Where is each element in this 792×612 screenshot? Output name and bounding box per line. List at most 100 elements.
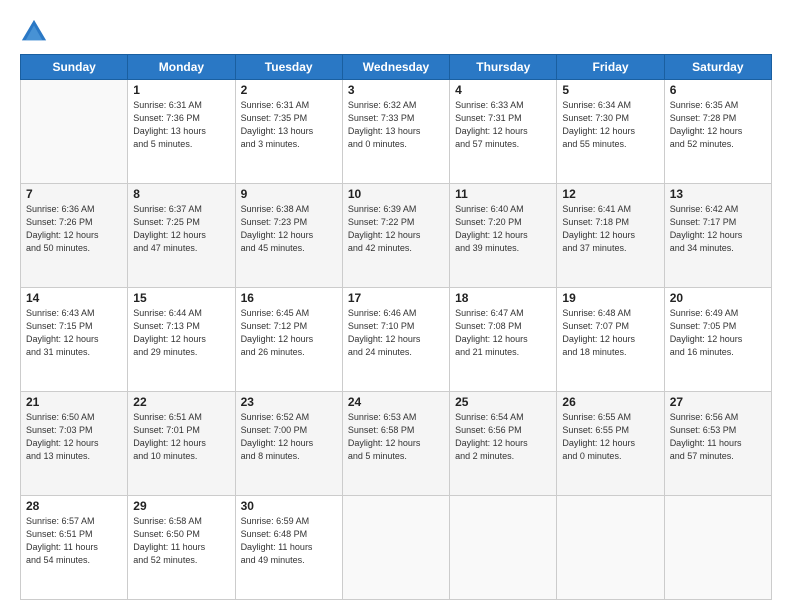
calendar-cell: 1 Sunrise: 6:31 AM Sunset: 7:36 PM Daylig… [128, 80, 235, 184]
day-info: Sunrise: 6:38 AM Sunset: 7:23 PM Dayligh… [241, 203, 337, 255]
calendar-cell: 23 Sunrise: 6:52 AM Sunset: 7:00 PM Dayli… [235, 392, 342, 496]
calendar-header-row: SundayMondayTuesdayWednesdayThursdayFrid… [21, 55, 772, 80]
calendar-cell: 28 Sunrise: 6:57 AM Sunset: 6:51 PM Dayli… [21, 496, 128, 600]
calendar-cell: 21 Sunrise: 6:50 AM Sunset: 7:03 PM Dayli… [21, 392, 128, 496]
day-info: Sunrise: 6:57 AM Sunset: 6:51 PM Dayligh… [26, 515, 122, 567]
weekday-header-saturday: Saturday [664, 55, 771, 80]
day-info: Sunrise: 6:34 AM Sunset: 7:30 PM Dayligh… [562, 99, 658, 151]
calendar-week-3: 14 Sunrise: 6:43 AM Sunset: 7:15 PM Dayli… [21, 288, 772, 392]
day-number: 15 [133, 291, 229, 305]
day-number: 10 [348, 187, 444, 201]
day-info: Sunrise: 6:56 AM Sunset: 6:53 PM Dayligh… [670, 411, 766, 463]
calendar-cell: 9 Sunrise: 6:38 AM Sunset: 7:23 PM Daylig… [235, 184, 342, 288]
day-number: 7 [26, 187, 122, 201]
day-info: Sunrise: 6:43 AM Sunset: 7:15 PM Dayligh… [26, 307, 122, 359]
day-info: Sunrise: 6:42 AM Sunset: 7:17 PM Dayligh… [670, 203, 766, 255]
calendar-cell: 29 Sunrise: 6:58 AM Sunset: 6:50 PM Dayli… [128, 496, 235, 600]
day-number: 28 [26, 499, 122, 513]
calendar-cell: 20 Sunrise: 6:49 AM Sunset: 7:05 PM Dayli… [664, 288, 771, 392]
weekday-header-thursday: Thursday [450, 55, 557, 80]
calendar-cell: 3 Sunrise: 6:32 AM Sunset: 7:33 PM Daylig… [342, 80, 449, 184]
calendar-cell: 22 Sunrise: 6:51 AM Sunset: 7:01 PM Dayli… [128, 392, 235, 496]
calendar-cell: 18 Sunrise: 6:47 AM Sunset: 7:08 PM Dayli… [450, 288, 557, 392]
day-info: Sunrise: 6:31 AM Sunset: 7:36 PM Dayligh… [133, 99, 229, 151]
day-number: 17 [348, 291, 444, 305]
calendar-cell: 26 Sunrise: 6:55 AM Sunset: 6:55 PM Dayli… [557, 392, 664, 496]
day-number: 25 [455, 395, 551, 409]
day-number: 3 [348, 83, 444, 97]
day-number: 1 [133, 83, 229, 97]
day-info: Sunrise: 6:40 AM Sunset: 7:20 PM Dayligh… [455, 203, 551, 255]
day-info: Sunrise: 6:59 AM Sunset: 6:48 PM Dayligh… [241, 515, 337, 567]
day-info: Sunrise: 6:44 AM Sunset: 7:13 PM Dayligh… [133, 307, 229, 359]
day-number: 20 [670, 291, 766, 305]
day-number: 8 [133, 187, 229, 201]
weekday-header-tuesday: Tuesday [235, 55, 342, 80]
calendar-week-1: 1 Sunrise: 6:31 AM Sunset: 7:36 PM Daylig… [21, 80, 772, 184]
calendar-cell: 25 Sunrise: 6:54 AM Sunset: 6:56 PM Dayli… [450, 392, 557, 496]
weekday-header-monday: Monday [128, 55, 235, 80]
calendar-cell: 10 Sunrise: 6:39 AM Sunset: 7:22 PM Dayli… [342, 184, 449, 288]
calendar-cell: 6 Sunrise: 6:35 AM Sunset: 7:28 PM Daylig… [664, 80, 771, 184]
day-number: 21 [26, 395, 122, 409]
day-info: Sunrise: 6:58 AM Sunset: 6:50 PM Dayligh… [133, 515, 229, 567]
calendar-cell: 12 Sunrise: 6:41 AM Sunset: 7:18 PM Dayli… [557, 184, 664, 288]
day-info: Sunrise: 6:51 AM Sunset: 7:01 PM Dayligh… [133, 411, 229, 463]
day-number: 27 [670, 395, 766, 409]
day-number: 18 [455, 291, 551, 305]
calendar-week-4: 21 Sunrise: 6:50 AM Sunset: 7:03 PM Dayli… [21, 392, 772, 496]
day-info: Sunrise: 6:54 AM Sunset: 6:56 PM Dayligh… [455, 411, 551, 463]
day-info: Sunrise: 6:52 AM Sunset: 7:00 PM Dayligh… [241, 411, 337, 463]
logo-icon [20, 18, 48, 46]
calendar-cell: 27 Sunrise: 6:56 AM Sunset: 6:53 PM Dayli… [664, 392, 771, 496]
day-number: 14 [26, 291, 122, 305]
weekday-header-friday: Friday [557, 55, 664, 80]
calendar-cell [557, 496, 664, 600]
day-info: Sunrise: 6:45 AM Sunset: 7:12 PM Dayligh… [241, 307, 337, 359]
day-info: Sunrise: 6:41 AM Sunset: 7:18 PM Dayligh… [562, 203, 658, 255]
calendar-cell [21, 80, 128, 184]
day-info: Sunrise: 6:50 AM Sunset: 7:03 PM Dayligh… [26, 411, 122, 463]
day-info: Sunrise: 6:31 AM Sunset: 7:35 PM Dayligh… [241, 99, 337, 151]
calendar-cell [450, 496, 557, 600]
header [20, 18, 772, 46]
calendar-cell: 2 Sunrise: 6:31 AM Sunset: 7:35 PM Daylig… [235, 80, 342, 184]
calendar-cell: 17Sunrise: 6:46 AM Sunset: 7:10 PM Dayli… [342, 288, 449, 392]
day-number: 9 [241, 187, 337, 201]
calendar-table: SundayMondayTuesdayWednesdayThursdayFrid… [20, 54, 772, 600]
day-number: 29 [133, 499, 229, 513]
calendar-cell: 5 Sunrise: 6:34 AM Sunset: 7:30 PM Daylig… [557, 80, 664, 184]
calendar-cell: 13 Sunrise: 6:42 AM Sunset: 7:17 PM Dayli… [664, 184, 771, 288]
calendar-cell [342, 496, 449, 600]
day-number: 12 [562, 187, 658, 201]
day-info: Sunrise: 6:33 AM Sunset: 7:31 PM Dayligh… [455, 99, 551, 151]
day-number: 22 [133, 395, 229, 409]
day-info: Sunrise: 6:47 AM Sunset: 7:08 PM Dayligh… [455, 307, 551, 359]
day-number: 24 [348, 395, 444, 409]
calendar-cell: 4 Sunrise: 6:33 AM Sunset: 7:31 PM Daylig… [450, 80, 557, 184]
day-number: 13 [670, 187, 766, 201]
day-info: Sunrise: 6:39 AM Sunset: 7:22 PM Dayligh… [348, 203, 444, 255]
day-number: 19 [562, 291, 658, 305]
day-info: Sunrise: 6:35 AM Sunset: 7:28 PM Dayligh… [670, 99, 766, 151]
day-number: 23 [241, 395, 337, 409]
calendar-cell: 16 Sunrise: 6:45 AM Sunset: 7:12 PM Dayli… [235, 288, 342, 392]
day-number: 6 [670, 83, 766, 97]
day-info: Sunrise: 6:55 AM Sunset: 6:55 PM Dayligh… [562, 411, 658, 463]
calendar-cell: 11 Sunrise: 6:40 AM Sunset: 7:20 PM Dayli… [450, 184, 557, 288]
weekday-header-sunday: Sunday [21, 55, 128, 80]
day-info: Sunrise: 6:53 AM Sunset: 6:58 PM Dayligh… [348, 411, 444, 463]
page: SundayMondayTuesdayWednesdayThursdayFrid… [0, 0, 792, 612]
day-number: 30 [241, 499, 337, 513]
day-number: 16 [241, 291, 337, 305]
calendar-cell: 19Sunrise: 6:48 AM Sunset: 7:07 PM Dayli… [557, 288, 664, 392]
day-number: 26 [562, 395, 658, 409]
day-info: Sunrise: 6:32 AM Sunset: 7:33 PM Dayligh… [348, 99, 444, 151]
day-number: 5 [562, 83, 658, 97]
calendar-cell: 15 Sunrise: 6:44 AM Sunset: 7:13 PM Dayli… [128, 288, 235, 392]
day-number: 4 [455, 83, 551, 97]
day-number: 2 [241, 83, 337, 97]
calendar-cell: 30 Sunrise: 6:59 AM Sunset: 6:48 PM Dayli… [235, 496, 342, 600]
day-info: Sunrise: 6:49 AM Sunset: 7:05 PM Dayligh… [670, 307, 766, 359]
day-number: 11 [455, 187, 551, 201]
